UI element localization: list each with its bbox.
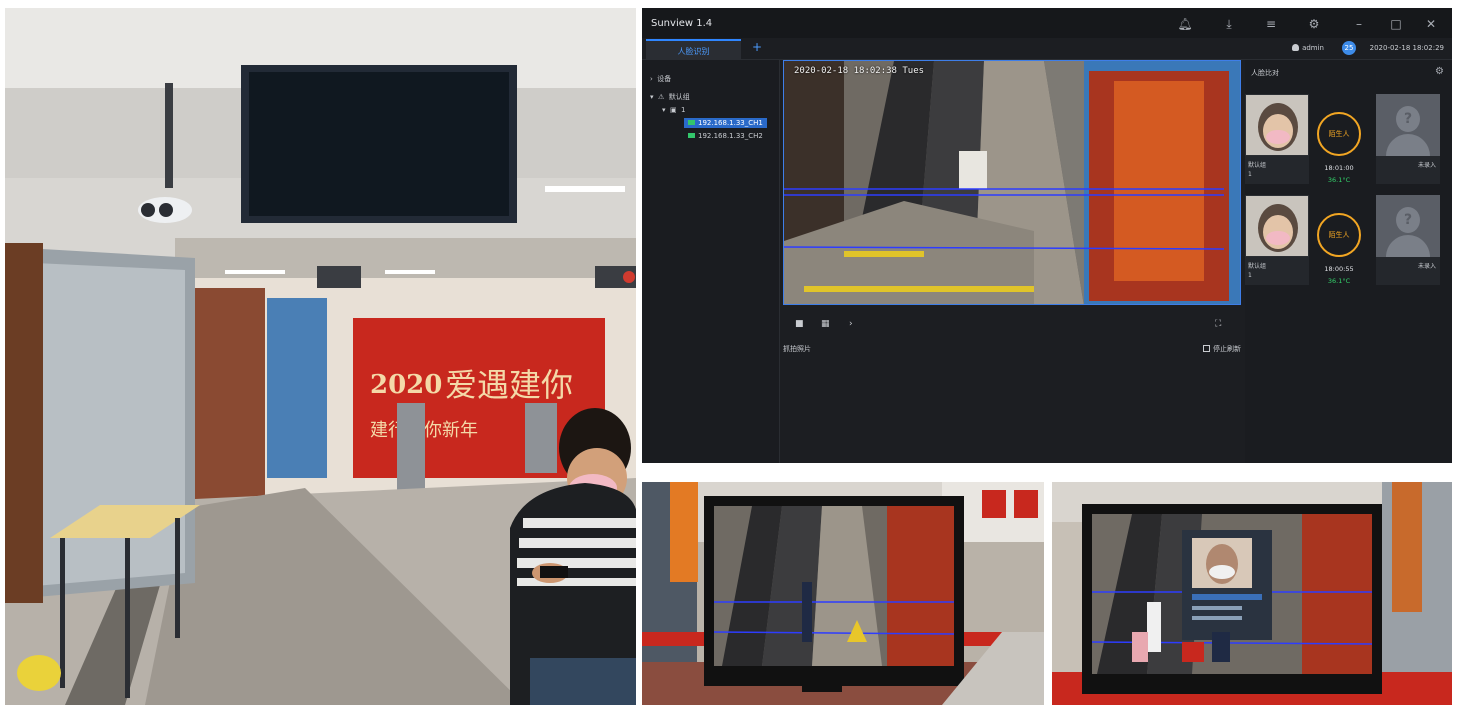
maximize-icon[interactable]: □ (1388, 16, 1404, 32)
banner-year: 2020 (370, 370, 442, 400)
station-photo: 2020 爱遇建你 建行祝你新年 (5, 8, 636, 705)
face-group: 默认组 (1248, 263, 1267, 270)
settings-icon[interactable]: ⚙ (1306, 16, 1322, 32)
tree-node[interactable]: ▾ ▣ 1 (662, 106, 686, 114)
user-info[interactable]: admin (1292, 44, 1324, 52)
match-card[interactable]: 默认组 1 陌生人 18:00:55 36.1°C ? 未录入 (1245, 195, 1452, 293)
add-tab-button[interactable]: + (752, 40, 762, 54)
stop-refresh-toggle[interactable]: 停止刷新 (1203, 344, 1241, 354)
user-icon (1292, 44, 1300, 51)
download-icon[interactable]: ⤓ (1221, 16, 1237, 32)
checkbox[interactable] (1203, 345, 1210, 352)
bell-icon[interactable]: 🔔︎ (1177, 16, 1193, 32)
video-timestamp: 2020-02-18 18:02:38 Tues (794, 66, 925, 76)
face-id: 1 (1248, 272, 1252, 279)
chevron-right-icon: › (650, 75, 653, 83)
placeholder-avatar-icon: ? (1376, 195, 1440, 257)
unregistered-label: 未录入 (1417, 162, 1436, 169)
tree-root[interactable]: › 设备 (650, 74, 671, 84)
fullscreen-icon[interactable]: ⛶ (1215, 319, 1227, 329)
device-icon: ▣ (669, 106, 677, 114)
unregistered-card: ? 未录入 (1376, 94, 1440, 184)
snapshot-header: 抓拍照片 停止刷新 (783, 344, 1241, 354)
match-time: 18:01:00 (1324, 164, 1354, 172)
tab-bar: 人脸识别 + admin 25 2020-02-18 18:02:29 (642, 38, 1452, 60)
monitor-photo-2 (1052, 482, 1452, 705)
face-group: 默认组 (1248, 162, 1267, 169)
camera-icon (688, 133, 695, 138)
channel-item-1[interactable]: 192.168.1.33_CH1 (684, 118, 767, 128)
monitor-photo-1 (642, 482, 1044, 705)
captured-face (1245, 195, 1309, 257)
caret-down-icon: ▾ (662, 106, 666, 114)
stranger-status: 陌生人 (1317, 112, 1361, 156)
captured-face-card: 默认组 1 (1245, 94, 1309, 184)
unregistered-label: 未录入 (1417, 263, 1436, 270)
tree-group[interactable]: ▾ ⚠ 默认组 (650, 92, 690, 102)
match-temperature: 36.1°C (1327, 277, 1351, 285)
face-compare-panel: 人脸比对 ⚙ 默认组 1 陌生人 18:01:00 36.1°C ? 未录入 默… (1245, 60, 1452, 463)
channel-item-2[interactable]: 192.168.1.33_CH2 (688, 132, 763, 140)
face-id: 1 (1248, 171, 1252, 178)
captured-face (1245, 94, 1309, 156)
stop-refresh-label: 停止刷新 (1213, 345, 1241, 353)
match-temperature: 36.1°C (1327, 176, 1351, 184)
caret-down-icon: ▾ (650, 93, 654, 101)
notification-badge[interactable]: 25 (1342, 41, 1356, 55)
tab-face-recognition[interactable]: 人脸识别 (646, 39, 741, 60)
tree-root-label: 设备 (657, 75, 672, 83)
chevron-right-icon[interactable]: › (849, 319, 861, 329)
channel-label: 192.168.1.33_CH2 (698, 132, 763, 140)
live-video[interactable]: 2020-02-18 18:02:38 Tues (783, 60, 1241, 305)
close-icon[interactable]: ✕ (1423, 16, 1439, 32)
banner-text: 爱遇建你 (445, 366, 573, 404)
stranger-status: 陌生人 (1317, 213, 1361, 257)
device-tree: › 设备 ▾ ⚠ 默认组 ▾ ▣ 1 192.168.1.33_CH1 192.… (642, 60, 780, 463)
unregistered-card: ? 未录入 (1376, 195, 1440, 285)
match-card[interactable]: 默认组 1 陌生人 18:01:00 36.1°C ? 未录入 (1245, 94, 1452, 192)
datetime: 2020-02-18 18:02:29 (1369, 44, 1444, 52)
app-title: Sunview 1.4 (651, 18, 713, 29)
match-time: 18:00:55 (1324, 265, 1354, 273)
captured-face-card: 默认组 1 (1245, 195, 1309, 285)
camera-icon (688, 120, 695, 125)
tree-node-label: 1 (681, 106, 686, 114)
sunview-window: Sunview 1.4 🔔︎ ⤓ ≡ ⚙ – □ ✕ 人脸识别 + admin … (642, 8, 1452, 463)
placeholder-avatar-icon: ? (1376, 94, 1440, 156)
grid-view-icon[interactable]: ▦ (821, 319, 833, 329)
panel-title: 人脸比对 (1251, 69, 1279, 77)
escalator-scene (784, 61, 1240, 304)
snapshot-label: 抓拍照片 (783, 345, 811, 353)
tree-group-label: 默认组 (668, 93, 690, 101)
title-bar: Sunview 1.4 🔔︎ ⤓ ≡ ⚙ – □ ✕ (642, 8, 1452, 38)
video-toolbar: ■ ▦ › ⛶ (783, 316, 1241, 334)
username: admin (1302, 44, 1324, 52)
minimize-icon[interactable]: – (1351, 16, 1367, 32)
warning-icon: ⚠ (657, 93, 665, 101)
gear-icon[interactable]: ⚙ (1435, 66, 1444, 77)
menu-icon[interactable]: ≡ (1263, 16, 1279, 32)
single-view-icon[interactable]: ■ (795, 319, 807, 329)
channel-label: 192.168.1.33_CH1 (698, 119, 763, 127)
